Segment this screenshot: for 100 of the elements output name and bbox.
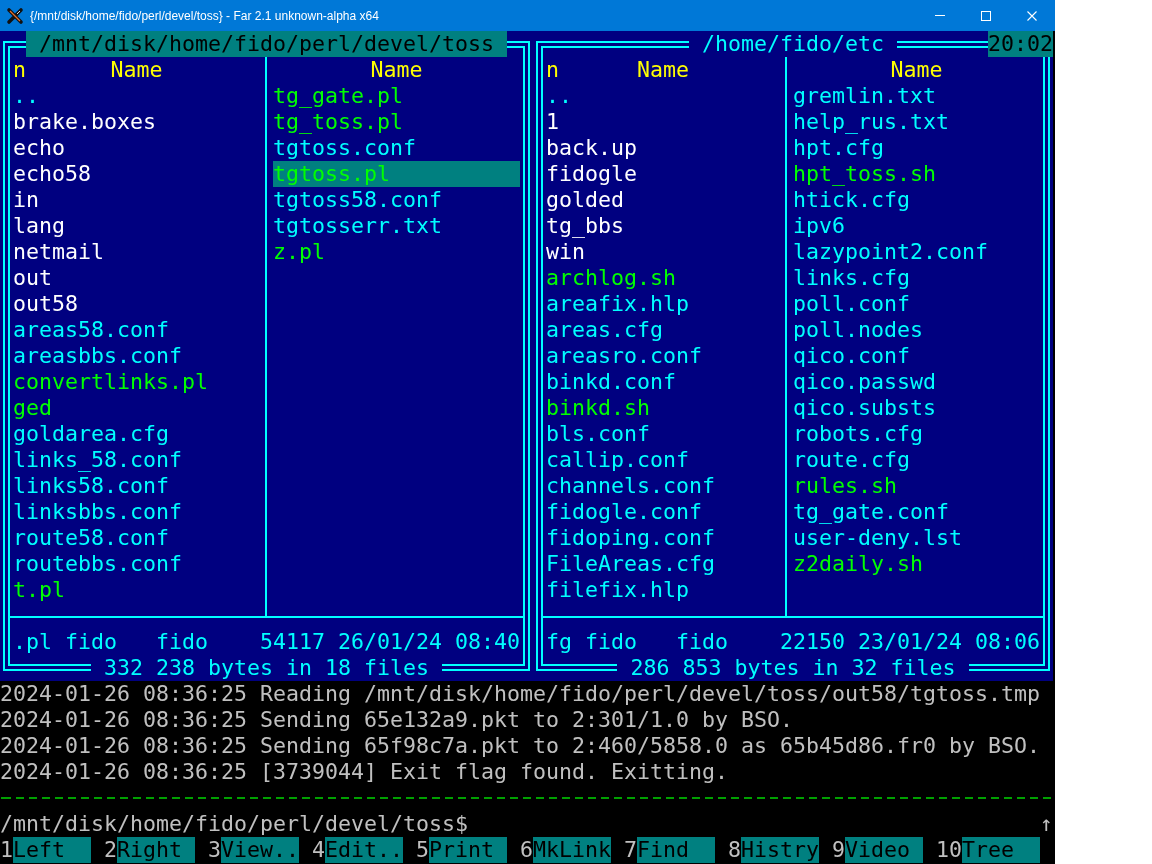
file-item[interactable]: rules.sh [793,473,897,499]
file-item[interactable]: 1 [546,109,559,135]
column-header: Name [370,57,423,83]
file-item[interactable]: out [13,265,52,291]
file-item[interactable]: FileAreas.cfg [546,551,715,577]
file-item[interactable]: tgtosserr.txt [273,213,442,239]
group-text: fido [156,629,209,655]
file-item[interactable]: areasbbs.conf [13,343,182,369]
file-item[interactable]: binkd.sh [546,395,650,421]
file-size-text: 22150 [779,629,845,655]
file-item[interactable]: win [546,239,585,265]
file-item[interactable]: back.up [546,135,637,161]
file-item[interactable]: links58.conf [13,473,169,499]
file-item[interactable]: qico.conf [793,343,910,369]
column-header: Name [890,57,943,83]
file-item[interactable]: z2daily.sh [793,551,923,577]
file-item[interactable]: areafix.hlp [546,291,689,317]
clock-text: 20:02 [988,31,1053,57]
function-key-button[interactable]: Find [637,837,715,863]
file-item[interactable]: echo58 [13,161,91,187]
file-item[interactable]: channels.conf [546,473,715,499]
panel-path-title: /mnt/disk/home/fido/perl/devel/toss [26,31,507,57]
key-number-text: 5 [416,837,429,863]
file-item[interactable]: fidogle.conf [546,499,702,525]
file-item[interactable]: ged [13,395,52,421]
file-item[interactable]: bls.conf [546,421,650,447]
file-item[interactable]: route.cfg [793,447,910,473]
file-item[interactable]: .. [546,83,572,109]
file-item[interactable]: qico.substs [793,395,936,421]
file-item[interactable]: tgtoss.conf [273,135,416,161]
file-item[interactable]: ipv6 [793,213,845,239]
file-item[interactable]: areas.cfg [546,317,663,343]
key-number-text: 8 [728,837,741,863]
file-item[interactable]: in [13,187,39,213]
sort-indicator: n [546,57,559,83]
file-item[interactable]: archlog.sh [546,265,676,291]
column-header: Name [110,57,163,83]
file-item[interactable]: filefix.hlp [546,577,689,603]
function-key-button[interactable]: Video [845,837,923,863]
file-item[interactable]: gremlin.txt [793,83,936,109]
file-item[interactable]: goldarea.cfg [13,421,169,447]
file-item[interactable]: linksbbs.conf [13,499,182,525]
file-item[interactable]: poll.conf [793,291,910,317]
file-item[interactable]: fidoping.conf [546,525,715,551]
file-item[interactable]: fidogle [546,161,637,187]
file-item[interactable]: links.cfg [793,265,910,291]
file-item[interactable]: out58 [13,291,78,317]
file-size-text: 54117 [259,629,325,655]
file-time-text: 08:40 [455,629,520,655]
function-key-button[interactable]: Edit.. [325,837,403,863]
file-item[interactable]: tg_toss.pl [273,109,403,135]
function-key-button[interactable]: Tree [962,837,1040,863]
file-item[interactable]: tgtoss58.conf [273,187,442,213]
file-item[interactable]: lang [13,213,65,239]
file-item[interactable]: echo [13,135,65,161]
file-date-text: 23/01/24 [857,629,962,655]
function-key-button[interactable]: Right [117,837,195,863]
file-item[interactable]: tg_gate.pl [273,83,403,109]
file-item[interactable]: tg_bbs [546,213,624,239]
log-line: 2024-01-26 08:36:25 Sending 65f98c7a.pkt to 2:460/5858.0 as 65b45d86.fr0 by BSO. [0,733,1041,759]
file-item[interactable]: user-deny.lst [793,525,962,551]
file-time-text: 08:06 [975,629,1040,655]
sort-indicator: n [13,57,26,83]
file-item[interactable]: hpt.cfg [793,135,884,161]
file-item[interactable]: links_58.conf [13,447,182,473]
file-item[interactable]: route58.conf [13,525,169,551]
file-item[interactable]: convertlinks.pl [13,369,208,395]
function-key-button[interactable]: MkLink [533,837,611,863]
file-item[interactable]: binkd.conf [546,369,676,395]
file-item[interactable]: .. [13,83,39,109]
file-item[interactable]: golded [546,187,624,213]
file-item[interactable]: htick.cfg [793,187,910,213]
function-key-button[interactable]: Histry [741,837,819,863]
x-logo-icon [6,6,24,25]
function-key-button[interactable]: View.. [221,837,299,863]
file-item[interactable]: callip.conf [546,447,689,473]
file-item[interactable]: tg_gate.conf [793,499,949,525]
file-item[interactable]: brake.boxes [13,109,156,135]
file-item[interactable]: areas58.conf [13,317,169,343]
function-key-button[interactable]: Print [429,837,507,863]
group-text: fido [676,629,729,655]
file-item[interactable]: help_rus.txt [793,109,949,135]
maximize-icon [981,10,991,21]
file-item[interactable]: areasro.conf [546,343,702,369]
file-date-text: 26/01/24 [337,629,442,655]
file-item[interactable]: hpt_toss.sh [793,161,936,187]
column-header: Name [637,57,689,83]
file-item[interactable]: t.pl [13,577,65,603]
file-item[interactable]: qico.passwd [793,369,936,395]
scroll-arrow: ↑ [1040,811,1053,837]
file-item[interactable]: lazypoint2.conf [793,239,988,265]
file-item[interactable]: robots.cfg [793,421,923,447]
command-prompt[interactable]: /mnt/disk/home/fido/perl/devel/toss$ [0,811,469,837]
minimize-icon [935,15,945,16]
file-item[interactable]: z.pl [273,239,325,265]
file-item[interactable]: netmail [13,239,104,265]
key-number-text: 4 [312,837,325,863]
file-item[interactable]: poll.nodes [793,317,923,343]
function-key-button[interactable]: Left [13,837,91,863]
file-item[interactable]: routebbs.conf [13,551,182,577]
